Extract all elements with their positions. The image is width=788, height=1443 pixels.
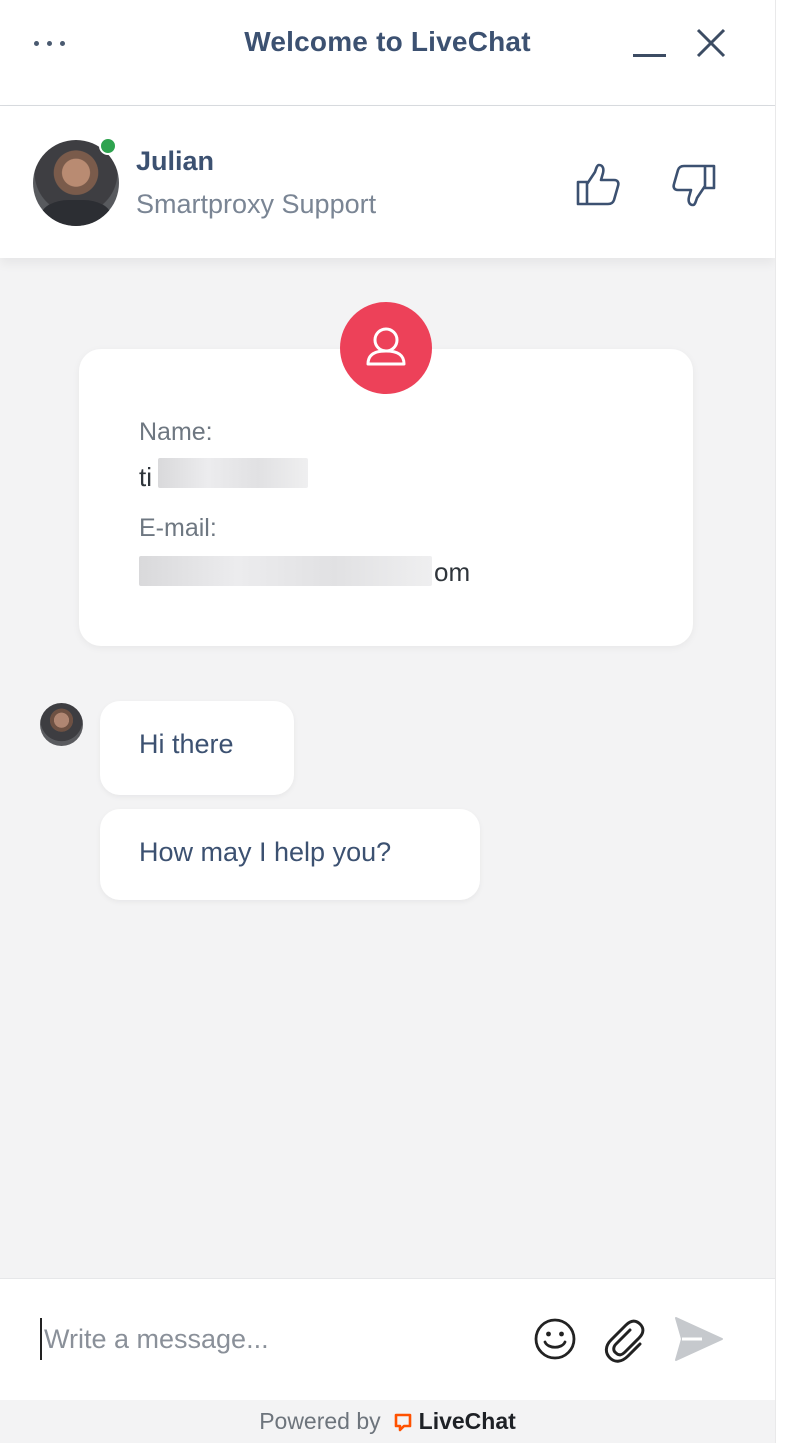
agent-avatar-small [40, 703, 83, 746]
send-icon[interactable] [672, 1314, 726, 1364]
chat-widget: Welcome to LiveChat Julian Smartproxy Su… [0, 0, 775, 1443]
livechat-logo-icon [393, 1403, 413, 1432]
user-icon [340, 302, 432, 394]
message-text: Hi there [139, 729, 234, 759]
message-bubble: Hi there [100, 701, 294, 795]
redacted-email [139, 556, 432, 586]
message-composer [0, 1278, 775, 1400]
livechat-brand: LiveChat [418, 1408, 516, 1434]
powered-by-footer[interactable]: Powered by LiveChat [0, 1400, 775, 1443]
text-cursor [40, 1318, 42, 1360]
message-bubble: How may I help you? [100, 809, 480, 900]
email-label: E-mail: [139, 514, 217, 542]
agent-role: Smartproxy Support [136, 189, 377, 219]
redacted-name [158, 458, 308, 488]
message-input[interactable] [40, 1317, 510, 1361]
close-icon[interactable] [690, 22, 732, 64]
thumbs-up-icon[interactable] [570, 158, 626, 214]
emoji-icon[interactable] [532, 1316, 578, 1362]
agent-name: Julian [136, 146, 215, 176]
window-edge [775, 0, 788, 1443]
minimize-icon[interactable] [630, 30, 670, 66]
paperclip-icon[interactable] [600, 1316, 648, 1364]
thumbs-down-icon[interactable] [668, 158, 724, 214]
online-status-indicator [99, 137, 117, 155]
name-value: ti [139, 462, 152, 492]
powered-by-text: Powered by [259, 1408, 381, 1434]
agent-bar: Julian Smartproxy Support [0, 106, 775, 258]
chat-header: Welcome to LiveChat [0, 0, 775, 106]
message-text: How may I help you? [139, 837, 392, 867]
name-label: Name: [139, 418, 213, 446]
email-value: om [434, 557, 471, 587]
